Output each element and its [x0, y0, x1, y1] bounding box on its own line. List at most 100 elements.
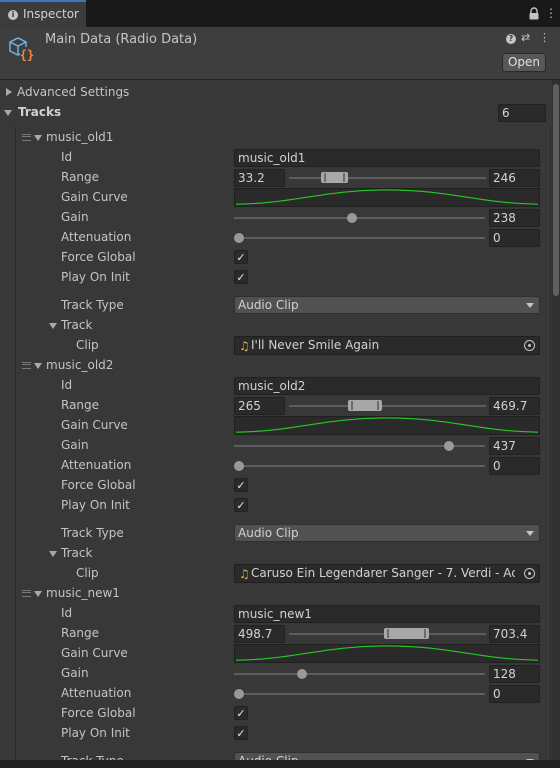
id-label: Id — [61, 378, 73, 392]
gain-label: Gain — [61, 210, 89, 224]
track-name: music_old2 — [46, 358, 114, 372]
drag-handle-icon[interactable] — [22, 134, 31, 141]
range-max-field[interactable]: 703.4 — [489, 625, 540, 643]
clip-object-field[interactable]: ♫ Caruso Ein Legendarer Sanger - 7. Verd… — [234, 564, 540, 583]
tracks-foldout[interactable]: Tracks 6 — [0, 103, 552, 123]
help-icon[interactable]: ? — [506, 34, 516, 44]
advanced-settings-foldout[interactable]: Advanced Settings — [0, 83, 552, 103]
gain-field[interactable]: 128 — [489, 665, 540, 683]
gain-curve-row: Gain Curve — [0, 416, 552, 436]
track-name: music_old1 — [46, 130, 114, 144]
gain-slider-knob[interactable] — [443, 441, 454, 451]
id-row: Id music_old1 — [0, 148, 552, 168]
kebab-menu-icon[interactable]: ⋮ — [545, 6, 557, 20]
attenuation-field[interactable]: 0 — [489, 685, 540, 703]
page-title: Main Data (Radio Data) — [45, 32, 198, 47]
gain-curve-field[interactable] — [234, 644, 540, 663]
id-field[interactable]: music_old2 — [234, 377, 540, 395]
play-on-init-row: Play On Init ✓ — [0, 268, 552, 288]
object-picker-icon[interactable] — [524, 340, 535, 351]
clip-name: Caruso Ein Legendarer Sanger - 7. Verdi … — [251, 566, 515, 580]
range-minmax-slider[interactable] — [320, 172, 349, 183]
attenuation-slider-knob[interactable] — [234, 461, 244, 471]
track-type-value: Audio Clip — [238, 526, 299, 540]
range-track — [289, 405, 486, 407]
clip-name: I'll Never Smile Again — [251, 338, 380, 352]
audio-clip-icon: ♫ — [239, 567, 250, 581]
gain-curve-row: Gain Curve — [0, 188, 552, 208]
gain-slider-knob[interactable] — [296, 669, 307, 679]
foldout-arrow-icon — [34, 363, 42, 369]
gain-curve-label: Gain Curve — [61, 190, 128, 204]
attenuation-slider-knob[interactable] — [234, 689, 244, 699]
attenuation-slider-track — [234, 237, 485, 239]
id-field[interactable]: music_new1 — [234, 605, 540, 623]
clip-object-field[interactable]: ♫ I'll Never Smile Again — [234, 336, 540, 355]
track-subfoldout[interactable]: Track — [0, 544, 552, 564]
gain-slider-knob[interactable] — [347, 213, 358, 223]
tab-inspector[interactable]: i Inspector — [0, 0, 86, 27]
force-global-checkbox[interactable]: ✓ — [234, 478, 248, 492]
track-foldout-2[interactable]: music_new1 — [0, 584, 552, 604]
svg-text:{}: {} — [20, 48, 34, 62]
scrollbar-thumb[interactable] — [553, 84, 559, 296]
force-global-label: Force Global — [61, 250, 136, 264]
object-picker-icon[interactable] — [524, 568, 535, 579]
foldout-arrow-icon — [6, 88, 12, 96]
drag-handle-icon[interactable] — [22, 362, 31, 369]
attenuation-slider-knob[interactable] — [234, 233, 244, 243]
attenuation-field[interactable]: 0 — [489, 457, 540, 475]
gain-label: Gain — [61, 666, 89, 680]
gain-field[interactable]: 437 — [489, 437, 540, 455]
play-on-init-checkbox[interactable]: ✓ — [234, 498, 248, 512]
range-min-field[interactable]: 33.2 — [234, 169, 285, 187]
attenuation-row: Attenuation 0 — [0, 228, 552, 248]
track-type-dropdown[interactable]: Audio Clip — [234, 524, 540, 542]
range-minmax-slider[interactable] — [348, 400, 382, 411]
tab-label: Inspector — [23, 7, 79, 21]
gain-curve-field[interactable] — [234, 188, 540, 207]
drag-handle-icon[interactable] — [22, 590, 31, 597]
force-global-label: Force Global — [61, 478, 136, 492]
id-row: Id music_old2 — [0, 376, 552, 396]
attenuation-slider-track — [234, 693, 485, 695]
range-min-field[interactable]: 265 — [234, 397, 285, 415]
header-menu-icon[interactable]: ⋮ — [539, 31, 550, 45]
track-subfoldout[interactable]: Track — [0, 316, 552, 336]
track-foldout-0[interactable]: music_old1 — [0, 128, 552, 148]
foldout-arrow-icon — [4, 110, 12, 116]
lock-icon[interactable] — [528, 7, 540, 20]
clip-row: Clip ♫ Caruso Ein Legendarer Sanger - 7.… — [0, 564, 552, 584]
attenuation-field[interactable]: 0 — [489, 229, 540, 247]
gain-slider-track — [234, 217, 485, 219]
play-on-init-checkbox[interactable]: ✓ — [234, 270, 248, 284]
track-type-row: Track Type Audio Clip — [0, 296, 552, 316]
range-minmax-slider[interactable] — [383, 628, 429, 639]
attenuation-slider-track — [234, 465, 485, 467]
gain-field[interactable]: 238 — [489, 209, 540, 227]
range-max-field[interactable]: 246 — [489, 169, 540, 187]
track-foldout-1[interactable]: music_old2 — [0, 356, 552, 376]
gain-curve-row: Gain Curve — [0, 644, 552, 664]
clip-row: Clip ♫ I'll Never Smile Again — [0, 336, 552, 356]
foldout-arrow-icon — [49, 323, 57, 329]
id-field[interactable]: music_old1 — [234, 149, 540, 167]
force-global-checkbox[interactable]: ✓ — [234, 706, 248, 720]
range-min-field[interactable]: 498.7 — [234, 625, 285, 643]
preset-icon[interactable]: ⇄ — [521, 31, 533, 45]
range-label: Range — [61, 170, 100, 184]
track-type-label: Track Type — [61, 298, 124, 312]
attenuation-label: Attenuation — [61, 230, 132, 244]
play-on-init-checkbox[interactable]: ✓ — [234, 726, 248, 740]
force-global-checkbox[interactable]: ✓ — [234, 250, 248, 264]
id-label: Id — [61, 606, 73, 620]
tracks-size-field[interactable]: 6 — [498, 104, 546, 122]
gain-row: Gain 437 — [0, 436, 552, 456]
chevron-down-icon — [526, 531, 534, 536]
id-row: Id music_new1 — [0, 604, 552, 624]
gain-curve-field[interactable] — [234, 416, 540, 435]
track-type-dropdown[interactable]: Audio Clip — [234, 752, 540, 760]
open-button[interactable]: Open — [502, 53, 546, 72]
track-type-dropdown[interactable]: Audio Clip — [234, 296, 540, 314]
range-max-field[interactable]: 469.7 — [489, 397, 540, 415]
